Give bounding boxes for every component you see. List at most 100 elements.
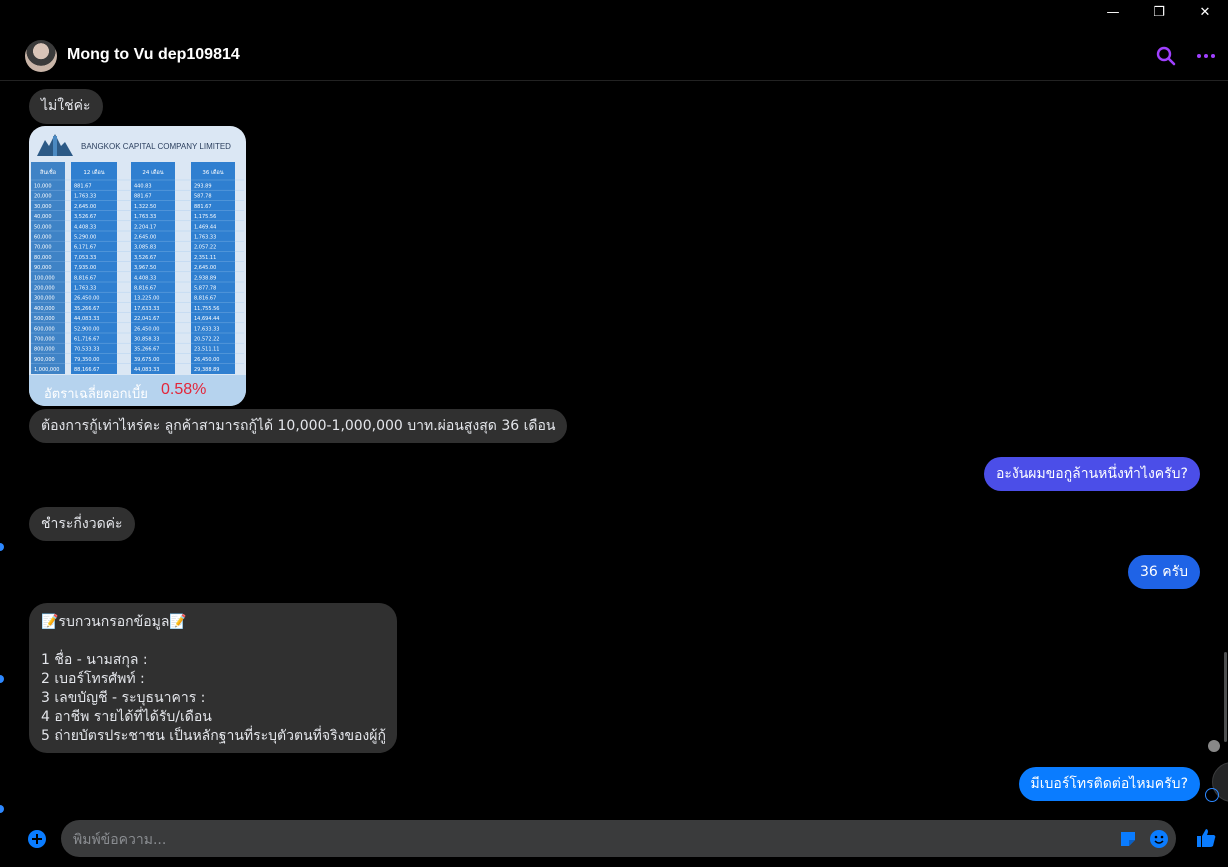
thumbs-up-icon[interactable] (1195, 827, 1217, 849)
table-cell: 100,000 (34, 275, 55, 281)
table-cell: 200,000 (34, 286, 55, 292)
table-cell: 1,763.33 (134, 214, 156, 220)
table-cell: 8,816.67 (134, 286, 156, 292)
table-cell: 3,967.50 (134, 265, 156, 271)
table-cell: 600,000 (34, 326, 55, 332)
table-cell: 500,000 (34, 316, 55, 322)
table-cell: 881.67 (74, 184, 92, 190)
table-cell: 61,716.67 (74, 337, 99, 343)
outgoing-message[interactable]: มีเบอร์โทรติดต่อไหมครับ? (1018, 767, 1200, 801)
minimize-button[interactable]: — (1090, 0, 1136, 24)
table-cell: 1,763.33 (74, 194, 96, 200)
table-cell: 79,350.00 (74, 357, 99, 363)
table-cell: 26,450.00 (74, 296, 99, 302)
table-cell: 30,000 (34, 204, 52, 210)
table-header: 24 เดือน (142, 169, 164, 176)
contact-avatar[interactable] (25, 40, 57, 72)
outgoing-message[interactable]: 36 ครับ (1127, 555, 1200, 589)
form-line: 1 ชื่อ - นามสกุล : (41, 652, 148, 668)
table-cell: 440.83 (134, 184, 152, 190)
form-line: 2 เบอร์โทรศัพท์ : (41, 671, 145, 687)
table-cell: 70,000 (34, 245, 52, 251)
sent-status-icon (1205, 788, 1219, 802)
composer: พิมพ์ข้อความ... (0, 817, 1228, 867)
table-cell: 10,000 (34, 184, 52, 190)
table-cell: 44,083.33 (134, 367, 159, 373)
form-line: 3 เลขบัญชี - ระบุธนาคาร : (41, 690, 206, 706)
close-button[interactable]: ✕ (1182, 0, 1228, 24)
table-cell: 35,266.67 (134, 347, 159, 353)
table-cell: 20,000 (34, 194, 52, 200)
table-cell: 14,694.44 (194, 316, 219, 322)
table-cell: 4,408.33 (134, 275, 156, 281)
search-icon[interactable] (1156, 46, 1176, 66)
table-cell: 29,388.89 (194, 367, 219, 373)
table-cell: 30,858.33 (134, 337, 159, 343)
form-line (41, 632, 385, 651)
table-cell: 40,000 (34, 214, 52, 220)
loan-table-image[interactable]: BANGKOK CAPITAL COMPANY LIMITED สินเชื่อ… (29, 126, 246, 406)
table-header: สินเชื่อ (39, 168, 56, 176)
table-cell: 17,633.33 (134, 306, 159, 312)
table-cell: 2,204.17 (134, 224, 156, 230)
table-cell: 881.67 (134, 194, 152, 200)
rate-label: อัตราเฉลี่ยดอกเบี้ย (44, 387, 148, 402)
loan-table: สินเชื่อ 12 เดือน 24 เดือน 36 เดือน 10,000 88… (31, 162, 244, 374)
table-cell: 23,511.11 (194, 347, 219, 353)
scrollbar[interactable] (1224, 652, 1227, 742)
message-placeholder: พิมพ์ข้อความ... (73, 832, 167, 848)
table-cell: 35,266.67 (74, 306, 99, 312)
table-cell: 2,645.00 (134, 235, 156, 241)
restore-button[interactable]: ❐ (1136, 0, 1182, 24)
table-cell: 1,469.44 (194, 224, 216, 230)
table-cell: 7,935.00 (74, 265, 96, 271)
window-controls: — ❐ ✕ (1090, 0, 1228, 24)
form-line: 5 ถ่ายบัตรประชาชน เป็นหลักฐานที่ระบุตัวต… (41, 728, 386, 744)
emoji-icon[interactable] (1149, 829, 1169, 849)
table-cell: 88,166.67 (74, 367, 99, 373)
table-cell: 17,633.33 (194, 326, 219, 332)
message-input[interactable]: พิมพ์ข้อความ... (61, 820, 1176, 857)
incoming-form-message[interactable]: 📝รบกวนกรอกข้อมูล📝 1 ชื่อ - นามสกุล : 2 เ… (29, 603, 397, 753)
sticker-icon[interactable] (1118, 829, 1138, 849)
seen-avatar (1208, 740, 1220, 752)
table-cell: 800,000 (34, 347, 55, 353)
table-cell: 5,290.00 (74, 235, 96, 241)
incoming-message[interactable]: ต้องการกู้เท่าไหร่คะ ลูกค้าสามารถกู้ได้ … (29, 409, 568, 443)
rate-value: 0.58% (161, 381, 207, 398)
table-cell: 60,000 (34, 235, 52, 241)
table-cell: 5,877.78 (194, 286, 216, 292)
table-cell: 700,000 (34, 337, 55, 343)
form-line: 📝รบกวนกรอกข้อมูล📝 (41, 614, 187, 630)
more-options-icon[interactable] (1196, 46, 1216, 66)
table-cell: 2,645.00 (194, 265, 216, 271)
table-cell: 1,000,000 (34, 367, 59, 373)
company-logo (37, 134, 73, 156)
contact-name[interactable]: Mong to Vu dep109814 (67, 46, 240, 64)
table-cell: 4,408.33 (74, 224, 96, 230)
table-cell: 300,000 (34, 296, 55, 302)
unread-dot (0, 543, 4, 551)
table-cell: 400,000 (34, 306, 55, 312)
table-cell: 900,000 (34, 357, 55, 363)
form-line: 4 อาชีพ รายได้ที่ได้รับ/เดือน (41, 709, 212, 725)
table-cell: 39,675.00 (134, 357, 159, 363)
table-cell: 7,053.33 (74, 255, 96, 261)
table-cell: 26,450.00 (134, 326, 159, 332)
table-header: 12 เดือน (83, 169, 105, 176)
incoming-message[interactable]: ไม่ใช่ค่ะ (29, 89, 103, 124)
left-sidebar-edge (0, 80, 9, 820)
table-cell: 6,171.67 (74, 245, 96, 251)
incoming-message[interactable]: ชำระกี่งวดค่ะ (29, 507, 135, 541)
table-cell: 2,351.11 (194, 255, 216, 261)
table-cell: 8,816.67 (194, 296, 216, 302)
table-cell: 2,938.89 (194, 275, 216, 281)
table-cell: 1,322.50 (134, 204, 156, 210)
table-cell: 3,085.83 (134, 245, 156, 251)
outgoing-message[interactable]: อะงันผมขอกูล้านหนึ่งทำไงครับ? (983, 457, 1200, 491)
add-icon[interactable] (27, 829, 47, 849)
table-cell: 50,000 (34, 224, 52, 230)
table-cell: 2,057.22 (194, 245, 216, 251)
table-cell: 587.78 (194, 194, 212, 200)
table-cell: 22,041.67 (134, 316, 159, 322)
